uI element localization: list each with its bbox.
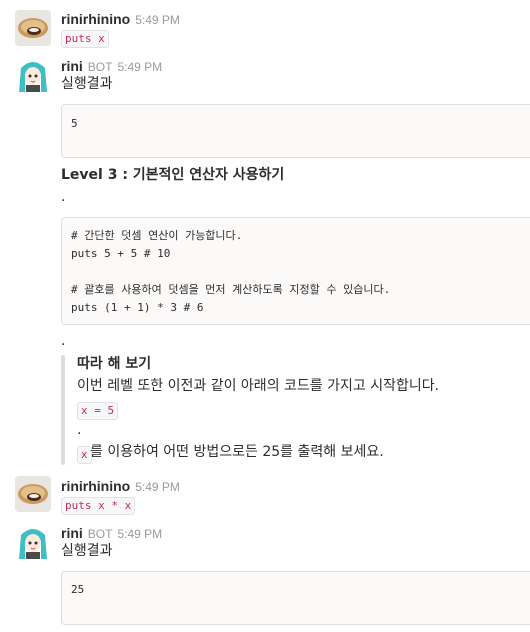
separator-dot: . <box>61 189 66 205</box>
user-avatar[interactable] <box>15 10 51 46</box>
quote-line-2: 를 이용하여 어떤 방법으로든 25를 출력해 보세요. <box>90 444 384 460</box>
quote-line-1: 이번 레벨 또한 이전과 같이 아래의 코드를 가지고 시작합니다. <box>77 378 440 394</box>
username[interactable]: rinirhinino <box>61 11 130 27</box>
separator-dot: . <box>77 422 82 438</box>
inline-code: puts x * x <box>61 497 136 515</box>
code-line: puts (1 + 1) * 3 # 6 <box>71 301 204 314</box>
bot-badge: BOT <box>87 527 113 541</box>
pastry-avatar-icon <box>15 476 51 512</box>
result-code-block: 5 <box>61 104 530 158</box>
timestamp[interactable]: 5:49 PM <box>117 60 162 74</box>
timestamp[interactable]: 5:49 PM <box>135 480 180 494</box>
level-title: Level 3 : 기본적인 연산자 사용하기 <box>61 167 285 183</box>
separator-dot: . <box>61 333 66 349</box>
pastry-avatar-icon <box>15 10 51 46</box>
code-line: puts 5 + 5 # 10 <box>71 247 171 260</box>
username[interactable]: rini <box>61 58 83 74</box>
result-title: 실행결과 <box>61 76 113 92</box>
result-code-block: 25 <box>61 571 530 625</box>
message-header: rini BOT 5:49 PM <box>61 523 162 541</box>
timestamp[interactable]: 5:49 PM <box>117 527 162 541</box>
message-header: rinirhinino 5:49 PM <box>61 476 180 494</box>
quote-bar <box>61 355 65 465</box>
message-header: rini BOT 5:49 PM <box>61 56 162 74</box>
anime-character-avatar-icon <box>15 56 51 92</box>
bot-avatar[interactable] <box>15 56 51 92</box>
quote-title: 따라 해 보기 <box>77 356 152 372</box>
bot-avatar[interactable] <box>15 523 51 559</box>
username[interactable]: rinirhinino <box>61 478 130 494</box>
result-output: 5 <box>71 117 78 130</box>
inline-code: puts x <box>61 30 109 48</box>
timestamp[interactable]: 5:49 PM <box>135 13 180 27</box>
username[interactable]: rini <box>61 525 83 541</box>
result-title: 실행결과 <box>61 543 113 559</box>
user-avatar[interactable] <box>15 476 51 512</box>
example-code-block: # 간단한 덧셈 연산이 가능합니다. puts 5 + 5 # 10 # 괄호… <box>61 217 530 325</box>
inline-code: x = 5 <box>77 402 119 420</box>
anime-character-avatar-icon <box>15 523 51 559</box>
message-header: rinirhinino 5:49 PM <box>61 9 180 27</box>
code-line: # 간단한 덧셈 연산이 가능합니다. <box>71 229 243 242</box>
code-line: # 괄호를 사용하여 덧셈을 먼저 계산하도록 지정할 수 있습니다. <box>71 283 391 296</box>
bot-badge: BOT <box>87 60 113 74</box>
result-output: 25 <box>71 583 85 596</box>
